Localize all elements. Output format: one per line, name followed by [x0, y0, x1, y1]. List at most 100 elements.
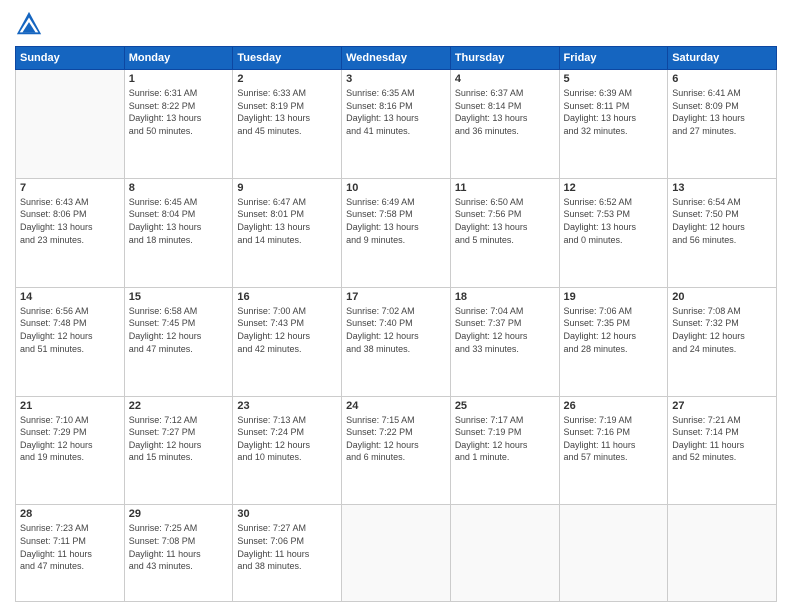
weekday-header: Saturday: [668, 47, 777, 70]
calendar-cell: 2 Sunrise: 6:33 AM Sunset: 8:19 PM Daylig…: [233, 70, 342, 179]
day-number: 4: [455, 73, 555, 85]
day-number: 27: [672, 400, 772, 412]
calendar-cell: 4 Sunrise: 6:37 AM Sunset: 8:14 PM Daylig…: [450, 70, 559, 179]
day-number: 19: [564, 291, 664, 303]
day-number: 28: [20, 508, 120, 520]
calendar-cell: 3 Sunrise: 6:35 AM Sunset: 8:16 PM Daylig…: [342, 70, 451, 179]
calendar-cell: 10 Sunrise: 6:49 AM Sunset: 7:58 PM Dayli…: [342, 178, 451, 287]
calendar-cell: 14 Sunrise: 6:56 AM Sunset: 7:48 PM Dayli…: [16, 287, 125, 396]
day-info: Sunrise: 6:47 AM Sunset: 8:01 PM Dayligh…: [237, 196, 337, 246]
day-number: 12: [564, 182, 664, 194]
day-number: 7: [20, 182, 120, 194]
weekday-header: Sunday: [16, 47, 125, 70]
day-info: Sunrise: 6:31 AM Sunset: 8:22 PM Dayligh…: [129, 87, 229, 137]
day-number: 9: [237, 182, 337, 194]
weekday-header: Tuesday: [233, 47, 342, 70]
day-info: Sunrise: 6:41 AM Sunset: 8:09 PM Dayligh…: [672, 87, 772, 137]
day-info: Sunrise: 6:54 AM Sunset: 7:50 PM Dayligh…: [672, 196, 772, 246]
calendar-cell: 26 Sunrise: 7:19 AM Sunset: 7:16 PM Dayli…: [559, 396, 668, 505]
day-info: Sunrise: 6:56 AM Sunset: 7:48 PM Dayligh…: [20, 305, 120, 355]
calendar-cell: 25 Sunrise: 7:17 AM Sunset: 7:19 PM Dayli…: [450, 396, 559, 505]
weekday-header: Monday: [124, 47, 233, 70]
logo-icon: [15, 10, 43, 38]
day-number: 26: [564, 400, 664, 412]
calendar-cell: 19 Sunrise: 7:06 AM Sunset: 7:35 PM Dayli…: [559, 287, 668, 396]
day-info: Sunrise: 7:17 AM Sunset: 7:19 PM Dayligh…: [455, 414, 555, 464]
day-number: 16: [237, 291, 337, 303]
day-info: Sunrise: 7:25 AM Sunset: 7:08 PM Dayligh…: [129, 522, 229, 572]
day-number: 23: [237, 400, 337, 412]
calendar-cell: 29 Sunrise: 7:25 AM Sunset: 7:08 PM Dayli…: [124, 505, 233, 602]
weekday-header: Thursday: [450, 47, 559, 70]
calendar-cell: 24 Sunrise: 7:15 AM Sunset: 7:22 PM Dayli…: [342, 396, 451, 505]
calendar-cell: 23 Sunrise: 7:13 AM Sunset: 7:24 PM Dayli…: [233, 396, 342, 505]
day-info: Sunrise: 7:13 AM Sunset: 7:24 PM Dayligh…: [237, 414, 337, 464]
calendar-cell: 16 Sunrise: 7:00 AM Sunset: 7:43 PM Dayli…: [233, 287, 342, 396]
calendar-cell: 6 Sunrise: 6:41 AM Sunset: 8:09 PM Daylig…: [668, 70, 777, 179]
calendar-cell: 18 Sunrise: 7:04 AM Sunset: 7:37 PM Dayli…: [450, 287, 559, 396]
calendar-cell: 21 Sunrise: 7:10 AM Sunset: 7:29 PM Dayli…: [16, 396, 125, 505]
day-number: 10: [346, 182, 446, 194]
calendar-week-row: 14 Sunrise: 6:56 AM Sunset: 7:48 PM Dayli…: [16, 287, 777, 396]
day-number: 15: [129, 291, 229, 303]
day-info: Sunrise: 6:39 AM Sunset: 8:11 PM Dayligh…: [564, 87, 664, 137]
calendar-cell: 22Sunrise: 7:12 AM Sunset: 7:27 PM Dayli…: [124, 396, 233, 505]
day-info: Sunrise: 7:02 AM Sunset: 7:40 PM Dayligh…: [346, 305, 446, 355]
day-info: Sunrise: 7:10 AM Sunset: 7:29 PM Dayligh…: [20, 414, 120, 464]
day-number: 8: [129, 182, 229, 194]
day-info: Sunrise: 7:21 AM Sunset: 7:14 PM Dayligh…: [672, 414, 772, 464]
page: SundayMondayTuesdayWednesdayThursdayFrid…: [0, 0, 792, 612]
day-info: Sunrise: 6:45 AM Sunset: 8:04 PM Dayligh…: [129, 196, 229, 246]
day-number: 18: [455, 291, 555, 303]
calendar-cell: 20Sunrise: 7:08 AM Sunset: 7:32 PM Dayli…: [668, 287, 777, 396]
calendar-week-row: 7Sunrise: 6:43 AM Sunset: 8:06 PM Daylig…: [16, 178, 777, 287]
calendar-cell: 12 Sunrise: 6:52 AM Sunset: 7:53 PM Dayli…: [559, 178, 668, 287]
day-number: 2: [237, 73, 337, 85]
day-info: Sunrise: 7:00 AM Sunset: 7:43 PM Dayligh…: [237, 305, 337, 355]
day-number: 3: [346, 73, 446, 85]
calendar-cell: [668, 505, 777, 602]
day-number: 30: [237, 508, 337, 520]
day-info: Sunrise: 7:15 AM Sunset: 7:22 PM Dayligh…: [346, 414, 446, 464]
calendar-table: SundayMondayTuesdayWednesdayThursdayFrid…: [15, 46, 777, 602]
day-info: Sunrise: 6:58 AM Sunset: 7:45 PM Dayligh…: [129, 305, 229, 355]
day-info: Sunrise: 6:35 AM Sunset: 8:16 PM Dayligh…: [346, 87, 446, 137]
day-number: 24: [346, 400, 446, 412]
calendar-cell: [16, 70, 125, 179]
day-info: Sunrise: 6:49 AM Sunset: 7:58 PM Dayligh…: [346, 196, 446, 246]
calendar-cell: 28 Sunrise: 7:23 AM Sunset: 7:11 PM Dayli…: [16, 505, 125, 602]
calendar-cell: [450, 505, 559, 602]
day-number: 25: [455, 400, 555, 412]
calendar-cell: 30 Sunrise: 7:27 AM Sunset: 7:06 PM Dayli…: [233, 505, 342, 602]
weekday-header: Wednesday: [342, 47, 451, 70]
day-info: Sunrise: 6:37 AM Sunset: 8:14 PM Dayligh…: [455, 87, 555, 137]
day-info: Sunrise: 6:50 AM Sunset: 7:56 PM Dayligh…: [455, 196, 555, 246]
calendar-cell: 17Sunrise: 7:02 AM Sunset: 7:40 PM Dayli…: [342, 287, 451, 396]
day-info: Sunrise: 7:19 AM Sunset: 7:16 PM Dayligh…: [564, 414, 664, 464]
header: [15, 10, 777, 38]
day-number: 21: [20, 400, 120, 412]
day-number: 6: [672, 73, 772, 85]
day-info: Sunrise: 7:08 AM Sunset: 7:32 PM Dayligh…: [672, 305, 772, 355]
day-info: Sunrise: 7:23 AM Sunset: 7:11 PM Dayligh…: [20, 522, 120, 572]
calendar-cell: 5 Sunrise: 6:39 AM Sunset: 8:11 PM Daylig…: [559, 70, 668, 179]
calendar-cell: 1 Sunrise: 6:31 AM Sunset: 8:22 PM Daylig…: [124, 70, 233, 179]
day-info: Sunrise: 7:27 AM Sunset: 7:06 PM Dayligh…: [237, 522, 337, 572]
calendar-cell: 13 Sunrise: 6:54 AM Sunset: 7:50 PM Dayli…: [668, 178, 777, 287]
day-number: 13: [672, 182, 772, 194]
day-info: Sunrise: 6:33 AM Sunset: 8:19 PM Dayligh…: [237, 87, 337, 137]
day-number: 14: [20, 291, 120, 303]
calendar-cell: 9 Sunrise: 6:47 AM Sunset: 8:01 PM Daylig…: [233, 178, 342, 287]
day-info: Sunrise: 7:06 AM Sunset: 7:35 PM Dayligh…: [564, 305, 664, 355]
day-number: 29: [129, 508, 229, 520]
calendar-cell: [342, 505, 451, 602]
day-number: 11: [455, 182, 555, 194]
calendar-cell: 15 Sunrise: 6:58 AM Sunset: 7:45 PM Dayli…: [124, 287, 233, 396]
day-number: 5: [564, 73, 664, 85]
header-row: SundayMondayTuesdayWednesdayThursdayFrid…: [16, 47, 777, 70]
day-info: Sunrise: 7:04 AM Sunset: 7:37 PM Dayligh…: [455, 305, 555, 355]
day-number: 1: [129, 73, 229, 85]
weekday-header: Friday: [559, 47, 668, 70]
day-info: Sunrise: 6:52 AM Sunset: 7:53 PM Dayligh…: [564, 196, 664, 246]
logo: [15, 10, 47, 38]
